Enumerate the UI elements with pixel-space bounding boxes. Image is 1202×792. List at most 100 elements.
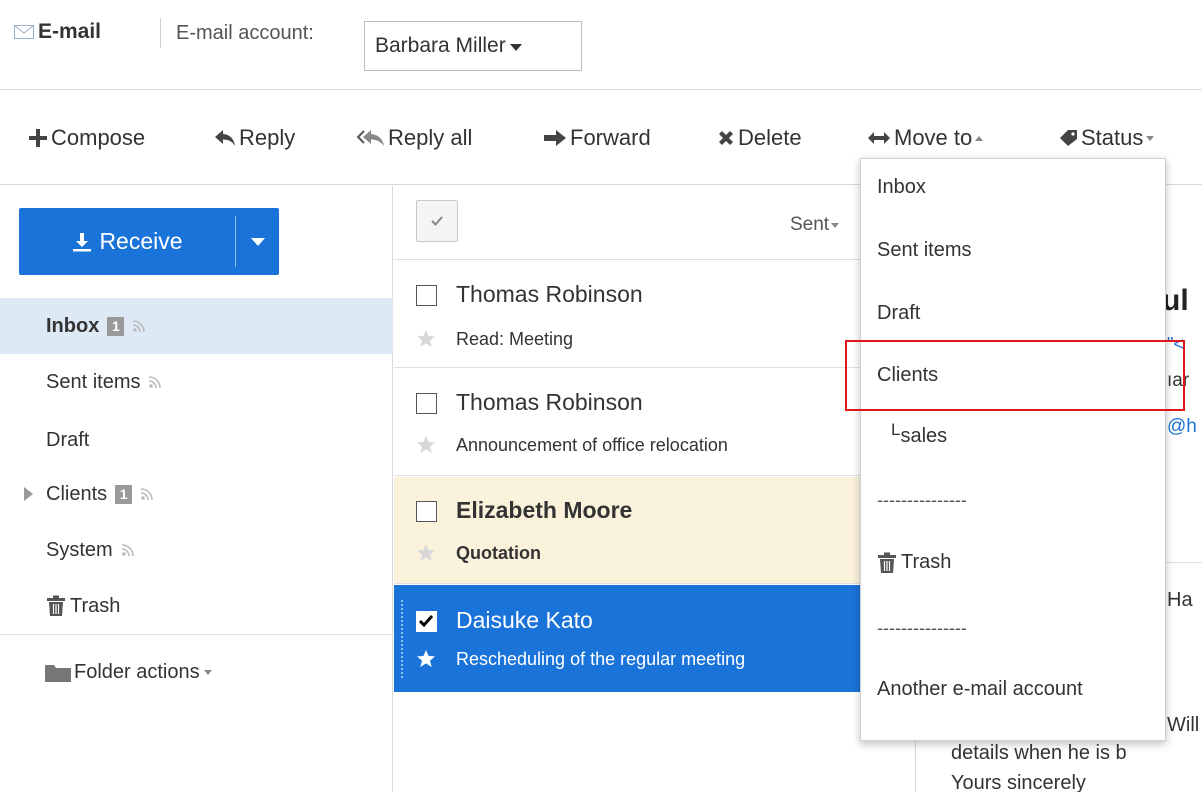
- unread-count-badge: 1: [115, 484, 133, 504]
- message-sender: Thomas Robinson: [456, 389, 643, 415]
- message-checkbox[interactable]: [416, 285, 437, 306]
- subfolder-marker: L: [891, 419, 901, 439]
- app-title: E-mail: [14, 12, 101, 52]
- reply-all-icon: [357, 130, 384, 146]
- rss-icon: [133, 320, 146, 333]
- account-select[interactable]: Barbara Miller: [364, 21, 582, 71]
- email-link-fragment[interactable]: @h: [1167, 416, 1197, 438]
- menu-item-inbox[interactable]: Inbox: [877, 176, 926, 199]
- star-icon[interactable]: [416, 435, 436, 454]
- menu-item-another-account[interactable]: Another e-mail account: [877, 678, 1083, 701]
- move-arrows-icon: [868, 132, 890, 144]
- folder-label: Clients: [46, 482, 108, 505]
- message-sender: Thomas Robinson: [456, 281, 643, 307]
- rss-icon: [141, 488, 153, 501]
- folder-label: Draft: [46, 428, 90, 451]
- menu-item-draft[interactable]: Draft: [877, 302, 920, 325]
- compose-label: Compose: [51, 125, 146, 150]
- folder-system[interactable]: System: [0, 522, 393, 578]
- app-title-text: E-mail: [38, 20, 102, 43]
- folder-actions-button[interactable]: Folder actions: [44, 661, 212, 684]
- app-header: E-mail E-mail account: Barbara Miller: [0, 0, 1202, 90]
- select-all-checkbox[interactable]: [416, 200, 458, 242]
- subfolder-label: sales: [900, 425, 948, 447]
- message-list-header: Sent: [394, 186, 916, 260]
- star-icon[interactable]: [416, 543, 436, 562]
- download-icon: [73, 232, 92, 251]
- sort-label: Sent: [790, 214, 830, 235]
- compose-button[interactable]: Compose: [28, 121, 145, 155]
- checkmark-icon: [418, 615, 434, 628]
- rss-icon: [121, 544, 134, 557]
- menu-separator: ---------------: [877, 490, 967, 510]
- forward-button[interactable]: Forward: [543, 121, 651, 155]
- message-row[interactable]: Elizabeth Moore Quotation: [394, 477, 916, 584]
- reply-icon: [215, 130, 235, 146]
- message-sender: Elizabeth Moore: [456, 497, 633, 523]
- reply-all-label: Reply all: [388, 125, 473, 150]
- folder-label: Trash: [70, 594, 121, 617]
- message-subject: Quotation: [456, 543, 541, 563]
- expand-arrow-icon[interactable]: [24, 487, 33, 501]
- checkmark-icon: [431, 216, 443, 226]
- message-subject: Announcement of office relocation: [456, 435, 728, 455]
- menu-item-sent-items[interactable]: Sent items: [877, 239, 971, 262]
- menu-item-sales[interactable]: Lsales: [891, 420, 948, 448]
- folder-sent-items[interactable]: Sent items: [0, 354, 393, 410]
- message-row[interactable]: Thomas Robinson Read: Meeting: [394, 261, 916, 368]
- folder-label: Inbox: [46, 314, 100, 337]
- account-select-value: Barbara Miller: [375, 34, 506, 57]
- message-checkbox[interactable]: [416, 393, 437, 414]
- message-row[interactable]: Thomas Robinson Announcement of office r…: [394, 369, 916, 476]
- move-to-label: Move to: [894, 125, 973, 150]
- message-title-fragment: ul: [1162, 284, 1189, 317]
- reply-all-button[interactable]: Reply all: [357, 121, 472, 155]
- chevron-down-icon: [1146, 135, 1155, 141]
- receive-label: Receive: [99, 228, 183, 254]
- move-to-menu: Inbox Sent items Draft Clients Lsales --…: [860, 158, 1166, 741]
- menu-item-trash[interactable]: Trash: [877, 551, 951, 574]
- move-to-button[interactable]: Move to: [867, 121, 984, 155]
- delete-button[interactable]: Delete: [717, 121, 802, 155]
- greeting-fragment: Ha: [1167, 589, 1193, 611]
- star-icon[interactable]: [416, 649, 436, 668]
- folder-draft[interactable]: Draft: [0, 412, 393, 468]
- folder-inbox[interactable]: Inbox 1: [0, 298, 393, 354]
- plus-icon: [29, 129, 47, 147]
- menu-item-trash-label: Trash: [901, 551, 952, 573]
- highlight-annotation: [845, 340, 1185, 411]
- tag-icon: [1060, 130, 1077, 146]
- message-list: Sent Thomas Robinson Read: Meeting Thoma…: [394, 186, 916, 792]
- message-row-selected[interactable]: Daisuke Kato Rescheduling of the regular…: [394, 585, 916, 692]
- message-subject: Read: Meeting: [456, 329, 574, 349]
- message-checkbox[interactable]: [416, 611, 437, 632]
- status-label: Status: [1081, 125, 1144, 150]
- message-checkbox[interactable]: [416, 501, 437, 522]
- status-button[interactable]: Status: [1058, 121, 1155, 155]
- body-line: Yours sincerely: [951, 772, 1086, 792]
- chevron-down-icon: [509, 44, 522, 51]
- chevron-down-icon: [203, 670, 212, 675]
- forward-label: Forward: [570, 125, 651, 150]
- trash-icon: [47, 595, 65, 616]
- receive-options-button[interactable]: [236, 208, 279, 275]
- folder-label: System: [46, 538, 113, 561]
- folder-trash[interactable]: Trash: [0, 578, 393, 634]
- drag-handle-icon[interactable]: [400, 599, 404, 679]
- folder-icon: [45, 664, 71, 682]
- sort-dropdown[interactable]: Sent: [790, 214, 840, 236]
- trash-icon: [878, 552, 896, 573]
- receive-button[interactable]: Receive: [19, 208, 235, 275]
- forward-icon: [544, 130, 566, 146]
- folder-actions-label: Folder actions: [74, 661, 200, 683]
- receive-button-group: Receive: [19, 208, 279, 275]
- folder-label: Sent items: [46, 370, 141, 393]
- body-line-fragment: Will: [1167, 714, 1200, 736]
- message-sender: Daisuke Kato: [456, 607, 593, 633]
- star-icon[interactable]: [416, 329, 436, 348]
- rss-icon: [149, 376, 162, 389]
- mail-icon: [14, 25, 34, 39]
- reply-button[interactable]: Reply: [214, 121, 295, 155]
- folder-sidebar: Receive Inbox 1 Sent items Draft Clients…: [0, 186, 393, 792]
- folder-clients[interactable]: Clients 1: [0, 466, 393, 522]
